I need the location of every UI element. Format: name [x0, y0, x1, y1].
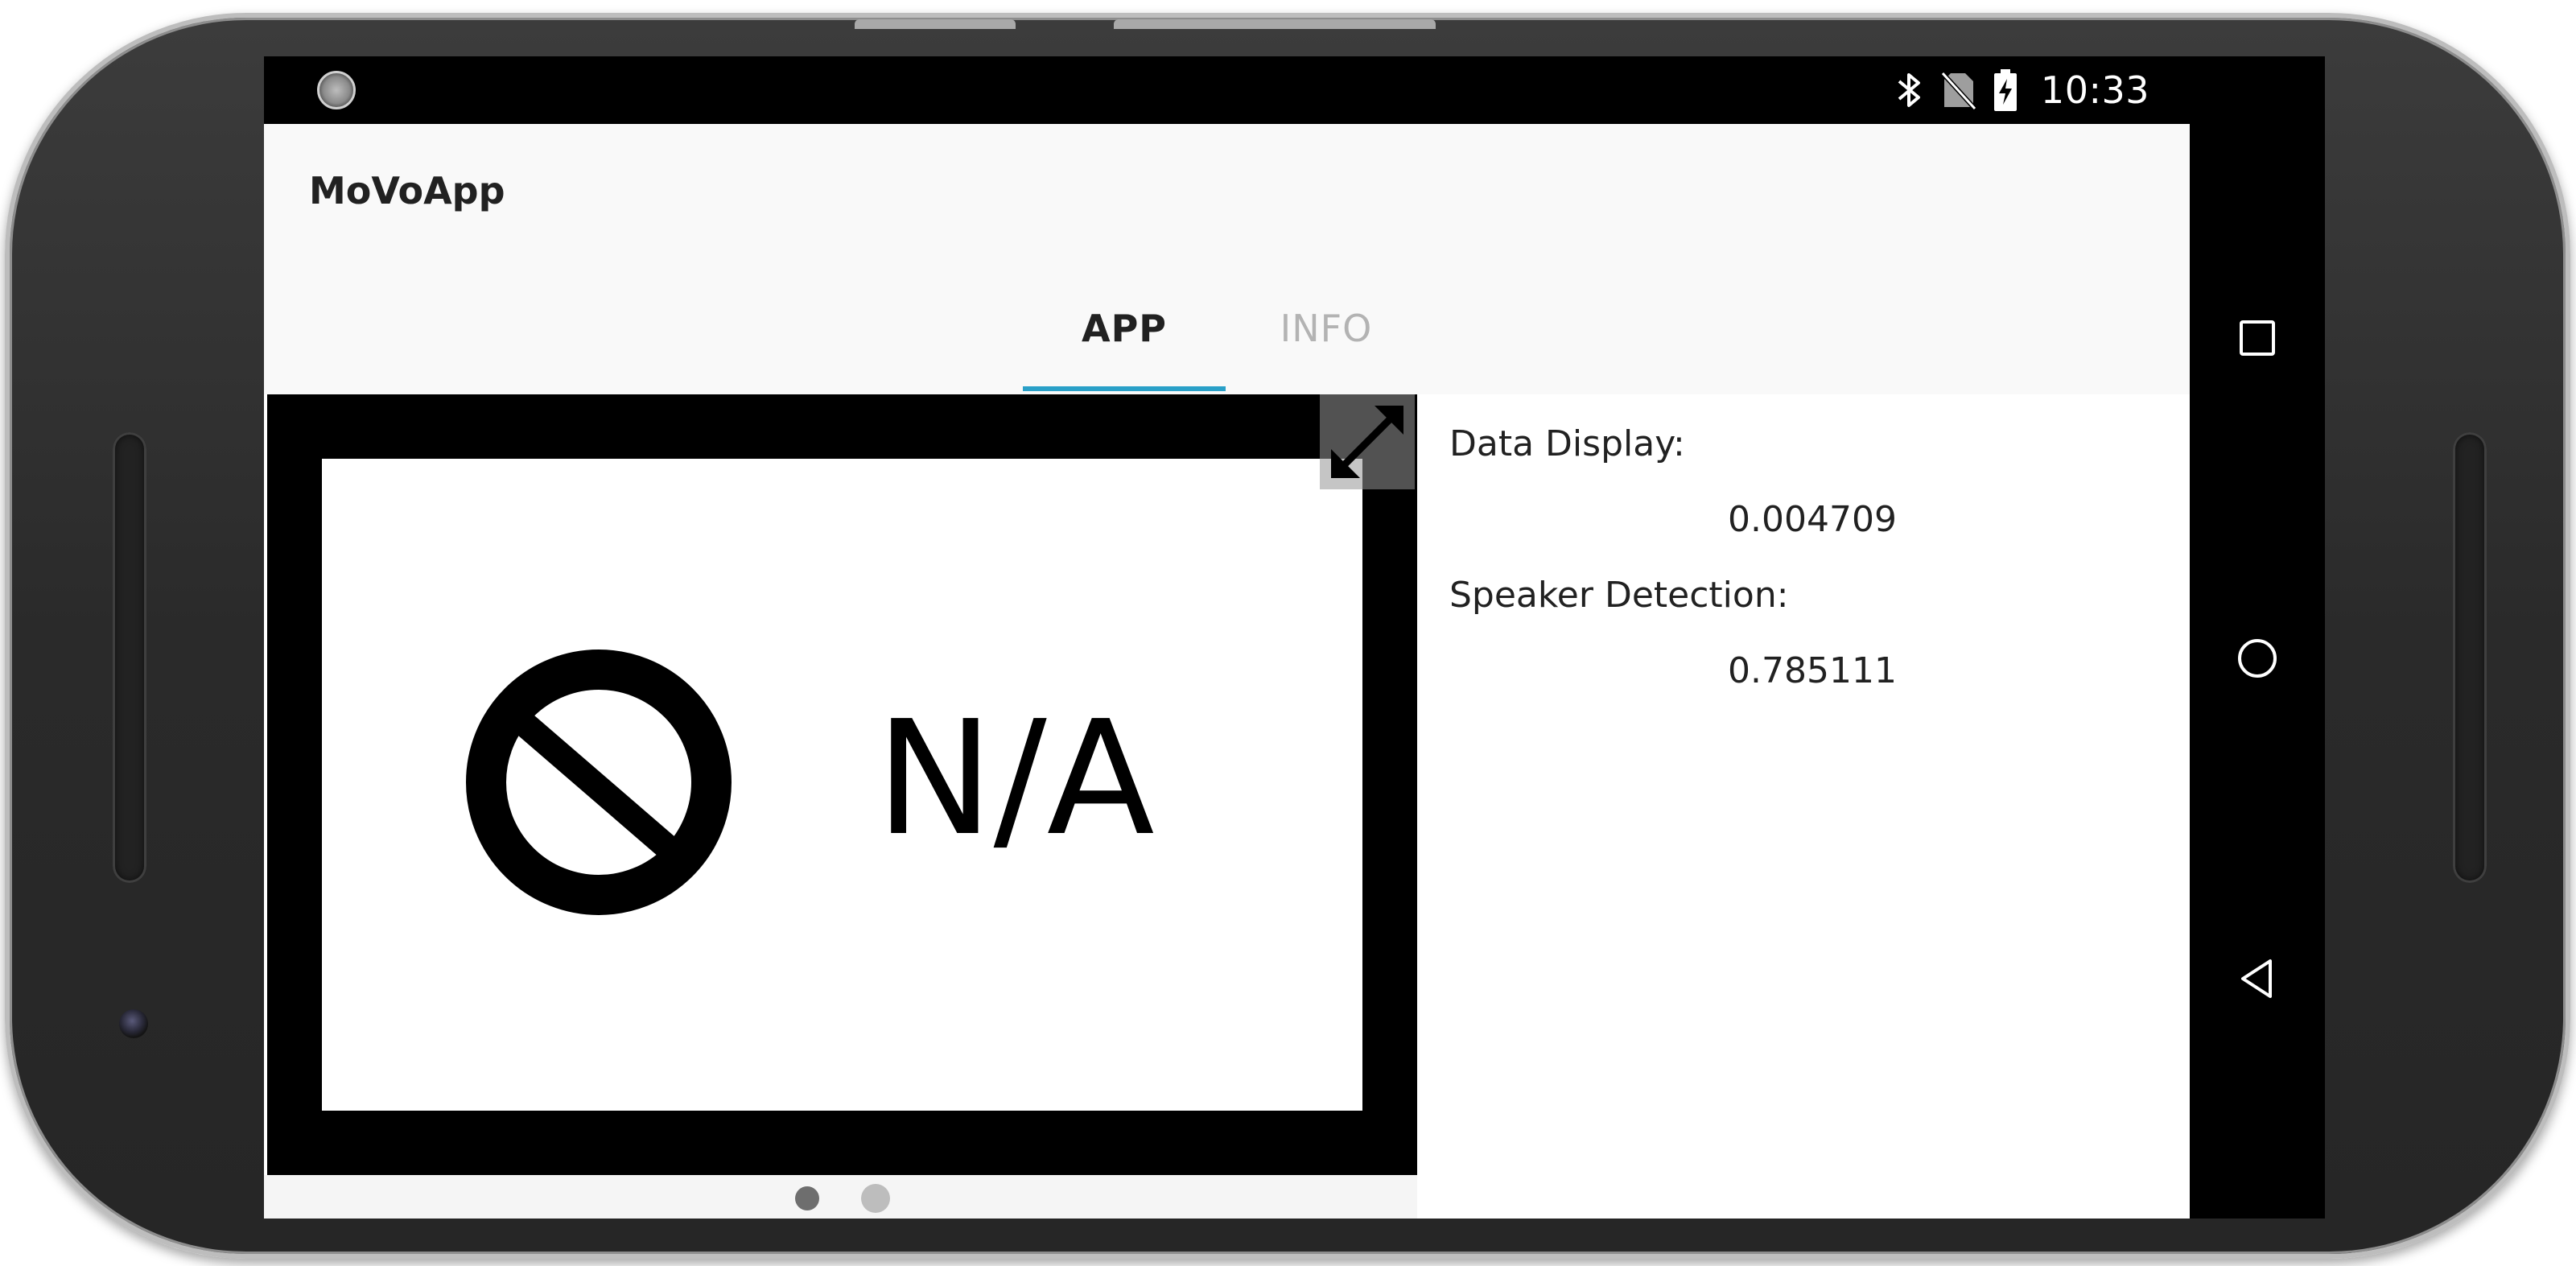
- home-icon: [2238, 639, 2277, 678]
- battery-charging-icon: [1993, 69, 2017, 111]
- volume-button: [1114, 19, 1436, 29]
- tab-app[interactable]: APP: [1023, 262, 1226, 394]
- home-button[interactable]: [2225, 626, 2290, 691]
- app-title: MoVoApp: [309, 169, 505, 212]
- app-bar: MoVoApp: [264, 124, 2190, 262]
- expand-button[interactable]: [1320, 394, 1415, 489]
- data-panel: Data Display: 0.004709 Speaker Detection…: [1417, 394, 2190, 1219]
- tab-info[interactable]: INFO: [1225, 262, 1428, 394]
- bluetooth-icon: [1896, 70, 1923, 110]
- recents-button[interactable]: [2225, 306, 2290, 370]
- page-indicator: [264, 1175, 1417, 1219]
- navigation-bar: [2190, 124, 2325, 1219]
- prohibited-icon: [466, 649, 732, 915]
- app-window: MoVoApp APP INFO N/A Data Display: 0.004…: [264, 124, 2190, 1219]
- device-screen: 10:33 MoVoApp APP INFO N/A Data Display:…: [264, 56, 2325, 1219]
- expand-icon: [1331, 406, 1403, 478]
- page-dot-2[interactable]: [861, 1184, 890, 1213]
- video-placeholder: N/A: [322, 459, 1362, 1111]
- device-stage: 10:33 MoVoApp APP INFO N/A Data Display:…: [0, 0, 2576, 1266]
- data-display-label: Data Display:: [1449, 423, 1685, 464]
- status-bar: 10:33: [264, 56, 2325, 124]
- status-icons: 10:33: [1896, 56, 2149, 124]
- power-button: [855, 19, 1016, 29]
- page-dot-1[interactable]: [795, 1186, 819, 1210]
- recents-icon: [2240, 320, 2275, 356]
- speaker-detection-label: Speaker Detection:: [1449, 575, 1789, 616]
- tab-indicator: [1023, 386, 1226, 391]
- main-content: N/A Data Display: 0.004709 Speaker Detec…: [264, 394, 2190, 1219]
- speaker-detection-value: 0.785111: [1728, 650, 1897, 691]
- back-icon: [2241, 959, 2272, 998]
- speaker-grille-right: [2453, 432, 2487, 883]
- status-time: 10:33: [2040, 68, 2149, 112]
- placeholder-text: N/A: [876, 687, 1155, 871]
- front-camera: [119, 1009, 148, 1038]
- notification-icon: [317, 71, 356, 109]
- tab-bar: APP INFO: [264, 262, 2190, 394]
- video-panel[interactable]: N/A: [267, 394, 1417, 1175]
- no-sim-icon: [1940, 70, 1976, 110]
- back-button[interactable]: [2225, 946, 2290, 1011]
- data-display-value: 0.004709: [1728, 499, 1897, 540]
- speaker-grille-left: [113, 432, 146, 883]
